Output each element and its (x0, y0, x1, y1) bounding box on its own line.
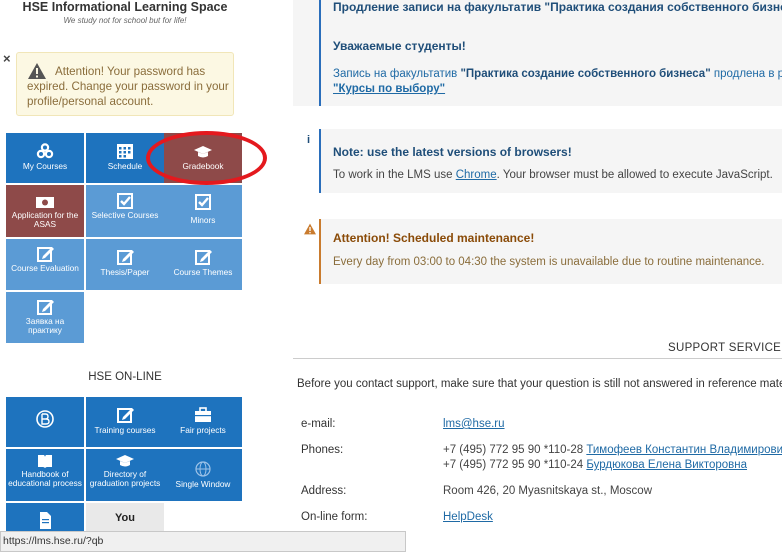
tile-label: Training courses (94, 425, 156, 435)
warning-icon (304, 223, 316, 235)
online-form-value: HelpDesk (443, 511, 493, 523)
announcement-text: Every day from 03:00 to 04:30 the system… (333, 256, 765, 268)
chrome-link[interactable]: Chrome (456, 169, 497, 181)
briefcase-icon (195, 407, 211, 422)
close-alert-button[interactable]: × (3, 51, 11, 66)
announcement-text: To work in the LMS use Chrome. Your brow… (333, 169, 773, 181)
contact-link[interactable]: Бурдюкова Елена Викторовна (586, 459, 747, 471)
announcement-link-row: "Курсы по выбору" (333, 83, 445, 95)
status-bar-url: https://lms.hse.ru/?qb (0, 531, 406, 552)
info-icon: i (307, 134, 311, 146)
contact-link[interactable]: Тимофеев Константин Владимирович (586, 444, 782, 456)
tile-documents[interactable] (6, 503, 84, 531)
highlight-circle (146, 131, 267, 185)
left-column: HSE Informational Learning Space We stud… (0, 0, 406, 552)
globe-icon (195, 461, 211, 477)
online-section-title: HSE ON-LINE (88, 371, 162, 383)
announcement-title: Attention! Scheduled maintenance! (333, 231, 535, 245)
elective-courses-link[interactable]: "Курсы по выбору" (333, 83, 445, 95)
online-form-label: On-line form: (301, 511, 368, 523)
graduation-cap-icon (116, 455, 134, 467)
tile-course-themes[interactable]: Course Themes (164, 239, 242, 290)
edit-icon (37, 247, 54, 262)
announcement-title: Note: use the latest versions of browser… (333, 145, 572, 159)
tile-internship-application[interactable]: Заявка на практику (6, 292, 84, 343)
announcement-title: Продление записи на факультатив "Практик… (333, 0, 782, 14)
tile-label: Handbook of educational process (8, 469, 82, 488)
tile-label: Заявка на практику (25, 316, 65, 335)
support-header: SUPPORT SERVICE (293, 340, 782, 359)
edit-icon (195, 250, 212, 265)
email-value: lms@hse.ru (443, 418, 505, 430)
address-value: Room 426, 20 Myasnitskaya st., Moscow (443, 485, 652, 497)
tile-directory-graduation[interactable]: Directory of graduation projects (86, 449, 164, 501)
tile-selective-courses[interactable]: Selective Courses (86, 185, 164, 237)
tile-application-asas[interactable]: Application for the ASAS (6, 185, 84, 237)
youtube-icon: You (115, 512, 135, 524)
password-alert: Attention! Your password has expired. Ch… (16, 52, 234, 116)
tile-label: Single Window (175, 479, 231, 489)
tile-label: Course Evaluation (11, 263, 79, 273)
edit-icon (117, 408, 134, 423)
announcement-text: Запись на факультатив "Практика создание… (333, 68, 782, 80)
helpdesk-link[interactable]: HelpDesk (443, 511, 493, 523)
cubes-icon (36, 143, 54, 159)
tile-single-window[interactable]: Single Window (164, 449, 242, 501)
calendar-icon (117, 144, 133, 159)
email-link[interactable]: lms@hse.ru (443, 418, 505, 430)
document-icon (40, 512, 51, 529)
tile-course-evaluation[interactable]: Course Evaluation (6, 239, 84, 290)
tile-label: Directory of graduation projects (89, 469, 161, 488)
checkbox-icon (117, 193, 133, 209)
tile-youtube[interactable]: You (86, 503, 164, 531)
money-icon (36, 197, 54, 208)
tile-label: My Courses (22, 161, 68, 171)
edit-icon (117, 250, 134, 265)
site-title: HSE Informational Learning Space (22, 0, 228, 14)
email-label: e-mail: (301, 418, 336, 430)
announcement-faculty: Продление записи на факультатив "Практик… (293, 0, 782, 106)
tile-training-courses[interactable]: Training courses (86, 397, 164, 447)
announcement-browsers: i Note: use the latest versions of brows… (293, 129, 782, 193)
phones-label: Phones: (301, 444, 344, 456)
tile-fair-projects[interactable]: Fair projects (164, 397, 242, 447)
support-intro: Before you contact support, make sure th… (297, 378, 782, 390)
announcement-greeting: Уважаемые студенты! (333, 39, 466, 53)
tile-minors[interactable]: Minors (164, 185, 242, 237)
tile-label: Application for the ASAS (11, 210, 79, 229)
announcement-maintenance: Attention! Scheduled maintenance! Every … (293, 219, 782, 284)
password-alert-text: Attention! Your password has expired. Ch… (27, 65, 229, 108)
tile-label: Minors (190, 215, 216, 225)
phone-row-1: +7 (495) 772 95 90 *110-28 Тимофеев Конс… (443, 444, 782, 456)
tile-label: Fair projects (180, 425, 226, 435)
edit-icon (37, 300, 54, 315)
address-label: Address: (301, 485, 347, 497)
tile-label: Selective Courses (91, 210, 159, 220)
support-heading: SUPPORT SERVICE (668, 342, 782, 354)
book-icon (38, 455, 52, 468)
hse-logo-icon (36, 410, 54, 428)
checkbox-icon (195, 194, 211, 210)
announcement-bar (319, 0, 321, 106)
announcement-bar (319, 129, 321, 193)
tile-thesis-paper[interactable]: Thesis/Paper (86, 239, 164, 290)
phone-row-2: +7 (495) 772 95 90 *110-24 Бурдюкова Еле… (443, 459, 748, 471)
tile-my-courses[interactable]: My Courses (6, 133, 84, 183)
tile-handbook[interactable]: Handbook of educational process (6, 449, 84, 501)
announcement-bar (319, 219, 321, 284)
site-motto: We study not for school but for life! (63, 16, 187, 25)
tile-label: Thesis/Paper (100, 267, 150, 277)
tile-label: Course Themes (173, 267, 233, 277)
tile-hse[interactable] (6, 397, 84, 447)
